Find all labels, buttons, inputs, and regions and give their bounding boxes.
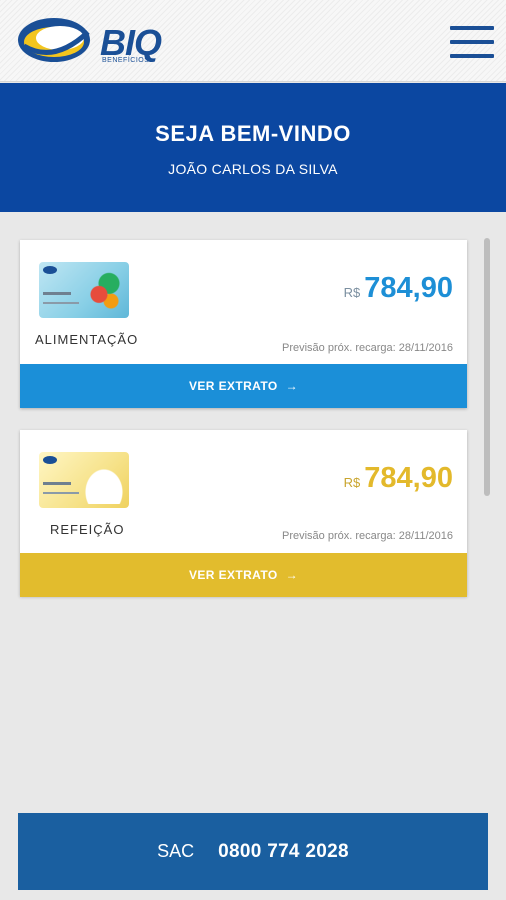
balance-value: 784,90 (364, 462, 453, 494)
sac-phone[interactable]: 0800 774 2028 (218, 841, 349, 863)
recharge-forecast: Previsão próx. recarga: 28/11/2016 (281, 342, 453, 354)
benefit-card-refeicao: REFEIÇÃO R$ 784,90 Previsão próx. recarg… (20, 430, 467, 597)
top-bar: BIQ BENEFÍCIOS (0, 0, 506, 82)
card-label: REFEIÇÃO (50, 522, 125, 537)
balance-value: 784,90 (364, 272, 453, 304)
ver-extrato-button[interactable]: VER EXTRATO → (20, 553, 467, 597)
balance: R$ 784,90 (344, 272, 453, 305)
biq-swoosh-icon (18, 18, 90, 62)
scrollbar[interactable] (484, 238, 490, 496)
brand-tagline: BENEFÍCIOS (102, 57, 150, 64)
sac-contact-bar[interactable]: SAC 0800 774 2028 (18, 813, 488, 890)
ver-extrato-button[interactable]: VER EXTRATO → (20, 364, 467, 408)
currency-symbol: R$ (343, 285, 361, 300)
biq-logo: BIQ BENEFÍCIOS (16, 12, 176, 72)
arrow-right-icon: → (285, 568, 299, 582)
hamburger-menu-icon[interactable] (450, 26, 494, 58)
card-label: ALIMENTAÇÃO (35, 332, 139, 347)
currency-symbol: R$ (343, 475, 361, 490)
sac-label: SAC (157, 841, 195, 861)
benefit-card-alimentacao: ALIMENTAÇÃO R$ 784,90 Previsão próx. rec… (20, 240, 467, 408)
welcome-title: SEJA BEM-VINDO (155, 121, 351, 146)
user-name: JOÃO CARLOS DA SILVA (168, 161, 338, 177)
balance: R$ 784,90 (344, 462, 453, 495)
card-image-alimentacao (39, 262, 129, 318)
recharge-forecast: Previsão próx. recarga: 28/11/2016 (281, 530, 453, 542)
card-image-refeicao (39, 452, 129, 508)
welcome-banner: SEJA BEM-VINDO JOÃO CARLOS DA SILVA (0, 83, 506, 212)
button-label: VER EXTRATO (188, 379, 278, 393)
arrow-right-icon: → (285, 379, 299, 393)
button-label: VER EXTRATO (188, 568, 278, 582)
